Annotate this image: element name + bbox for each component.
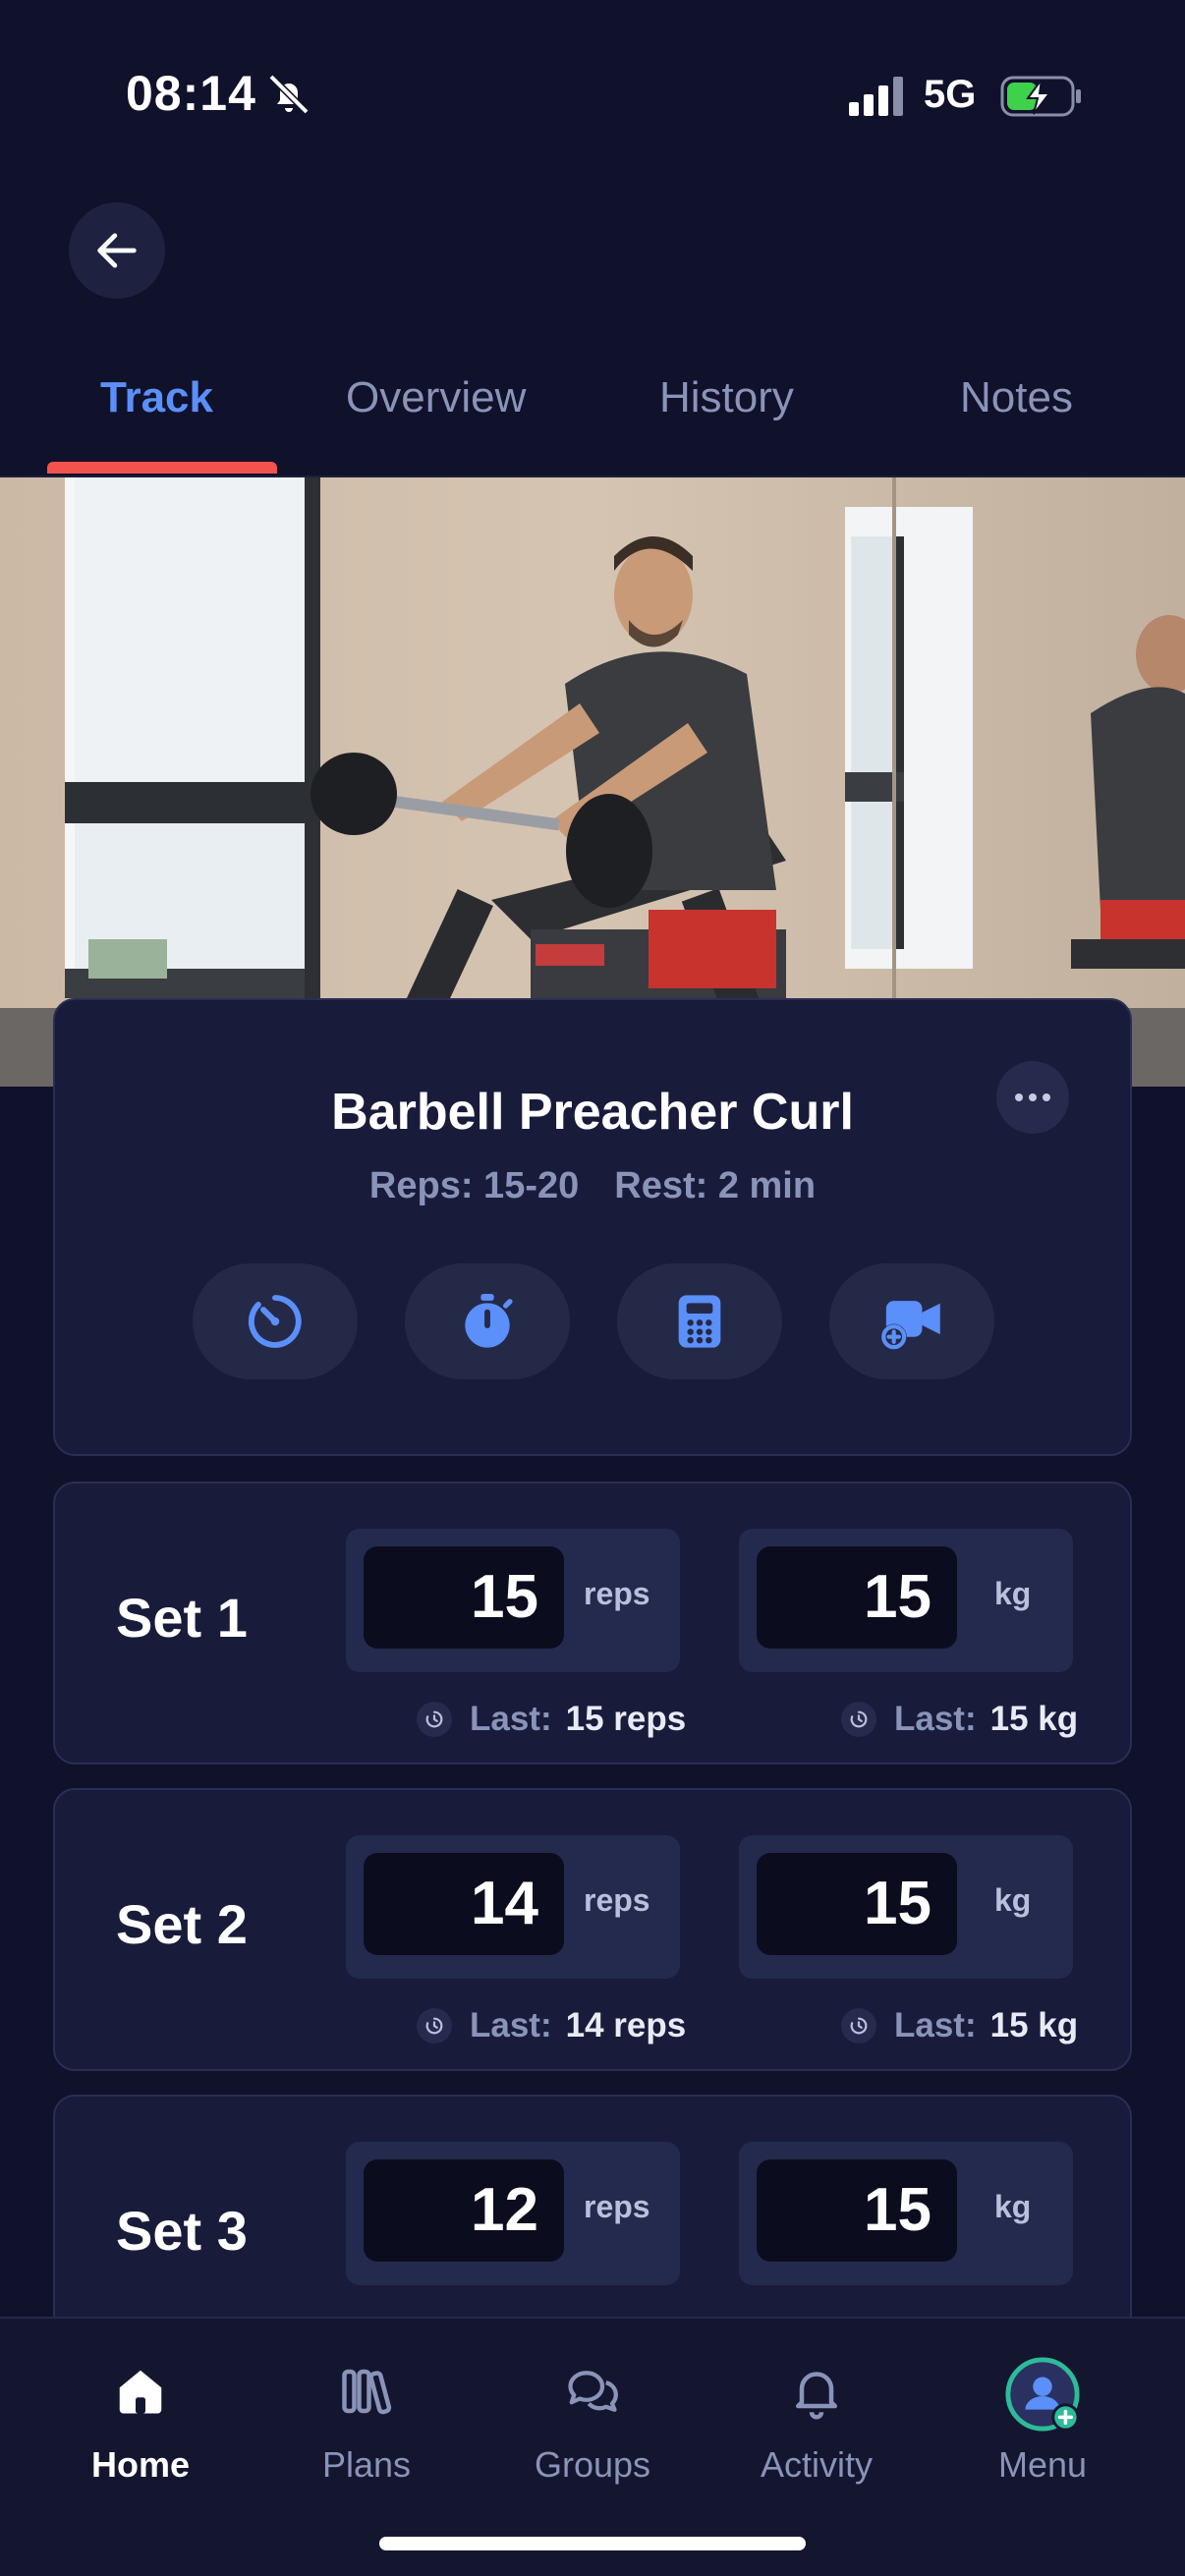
nav-activity[interactable]: Activity (704, 2319, 930, 2515)
status-time: 08:14 (126, 66, 256, 121)
nav-plans[interactable]: Plans (254, 2319, 480, 2515)
timer-icon (248, 1295, 302, 1348)
last-reps-value: 14 reps (565, 2006, 687, 2044)
nav-label: Groups (534, 2444, 651, 2485)
weight-unit: kg (994, 1576, 1032, 1611)
last-label: Last: (894, 1700, 977, 1738)
set-label: Set 3 (116, 2200, 248, 2262)
nav-home[interactable]: Home (28, 2319, 254, 2515)
set-card-1: Set 1 15 reps 15 kg Last: 15 reps Last: 15… (53, 1482, 1132, 1764)
reps-unit: reps (584, 2189, 650, 2224)
tab-overview[interactable]: Overview (346, 373, 526, 422)
calculator-icon (678, 1295, 721, 1348)
nav-label: Activity (760, 2444, 873, 2485)
arrow-left-icon (97, 233, 137, 268)
last-reps: Last: 14 reps (417, 2006, 686, 2045)
history-clock-icon (417, 1702, 452, 1737)
weight-input[interactable]: 15 (757, 2159, 957, 2262)
last-weight: Last: 15 kg (841, 1700, 1078, 1739)
reps-input[interactable]: 14 (364, 1853, 564, 1955)
tab-history[interactable]: History (659, 373, 794, 422)
rest-target: Rest: 2 min (614, 1165, 817, 1206)
set-card-2: Set 2 14 reps 15 kg Last: 14 reps Last: 15… (53, 1788, 1132, 2071)
tab-notes[interactable]: Notes (960, 373, 1073, 422)
network-label: 5G (924, 73, 977, 116)
battery-charging-icon (1000, 76, 1081, 117)
exercise-title: Barbell Preacher Curl (331, 1084, 854, 1141)
weight-field[interactable]: 15 kg (739, 2142, 1073, 2285)
calculator-button[interactable] (617, 1263, 782, 1379)
reps-field[interactable]: 12 reps (346, 2142, 680, 2285)
nav-label: Plans (321, 2444, 412, 2485)
history-clock-icon (841, 1702, 876, 1737)
exercise-card: Barbell Preacher Curl Reps: 15-20 Rest: 2… (53, 998, 1132, 1456)
weight-input[interactable]: 15 (757, 1546, 957, 1649)
weight-unit: kg (994, 1882, 1032, 1918)
reps-input[interactable]: 12 (364, 2159, 564, 2262)
avatar-icon (1005, 2357, 1080, 2432)
weight-field[interactable]: 15 kg (739, 1835, 1073, 1979)
exercise-video-frame (0, 477, 1185, 1087)
reps-input[interactable]: 15 (364, 1546, 564, 1649)
reps-target: Reps: 15-20 (368, 1165, 580, 1206)
timer-button[interactable] (193, 1263, 358, 1379)
weight-unit: kg (994, 2189, 1032, 2224)
home-indicator (379, 2537, 806, 2550)
nav-label: Menu (997, 2444, 1088, 2485)
history-clock-icon (417, 2008, 452, 2044)
bell-icon (796, 2372, 837, 2420)
bell-off-icon (268, 74, 310, 115)
last-weight-value: 15 kg (989, 1700, 1079, 1738)
signal-icon (849, 77, 903, 116)
weight-input[interactable]: 15 (757, 1853, 957, 1955)
weight-field[interactable]: 15 kg (739, 1529, 1073, 1672)
nav-menu[interactable]: Menu (930, 2319, 1156, 2515)
last-label: Last: (470, 1700, 552, 1738)
set-label: Set 1 (116, 1587, 248, 1649)
nav-groups[interactable]: Groups (480, 2319, 705, 2515)
last-label: Last: (894, 2006, 977, 2044)
last-weight: Last: 15 kg (841, 2006, 1078, 2045)
nav-label: Home (90, 2444, 191, 2485)
last-label: Last: (470, 2006, 552, 2044)
tab-bar: Track Overview History Notes (0, 354, 1185, 477)
stopwatch-icon (465, 1294, 513, 1348)
reps-field[interactable]: 14 reps (346, 1835, 680, 1979)
last-reps: Last: 15 reps (417, 1700, 686, 1739)
plans-icon (342, 2369, 392, 2415)
add-video-button[interactable] (829, 1263, 994, 1379)
exercise-targets: Reps: 15-20 Rest: 2 min (55, 1165, 1130, 1207)
history-clock-icon (841, 2008, 876, 2044)
status-bar: 08:14 5G (0, 0, 1185, 187)
set-label: Set 2 (116, 1893, 248, 1955)
home-icon (119, 2370, 162, 2414)
stopwatch-button[interactable] (405, 1263, 570, 1379)
add-video-icon (880, 1301, 940, 1350)
exercise-video[interactable] (0, 477, 1185, 1087)
tab-track[interactable]: Track (100, 373, 213, 422)
last-reps-value: 15 reps (565, 1700, 687, 1738)
reps-unit: reps (584, 1882, 650, 1918)
active-tab-indicator (47, 462, 277, 474)
groups-icon (568, 2371, 618, 2412)
back-button[interactable] (69, 202, 165, 299)
reps-field[interactable]: 15 reps (346, 1529, 680, 1672)
last-weight-value: 15 kg (989, 2006, 1079, 2044)
reps-unit: reps (584, 1576, 650, 1611)
